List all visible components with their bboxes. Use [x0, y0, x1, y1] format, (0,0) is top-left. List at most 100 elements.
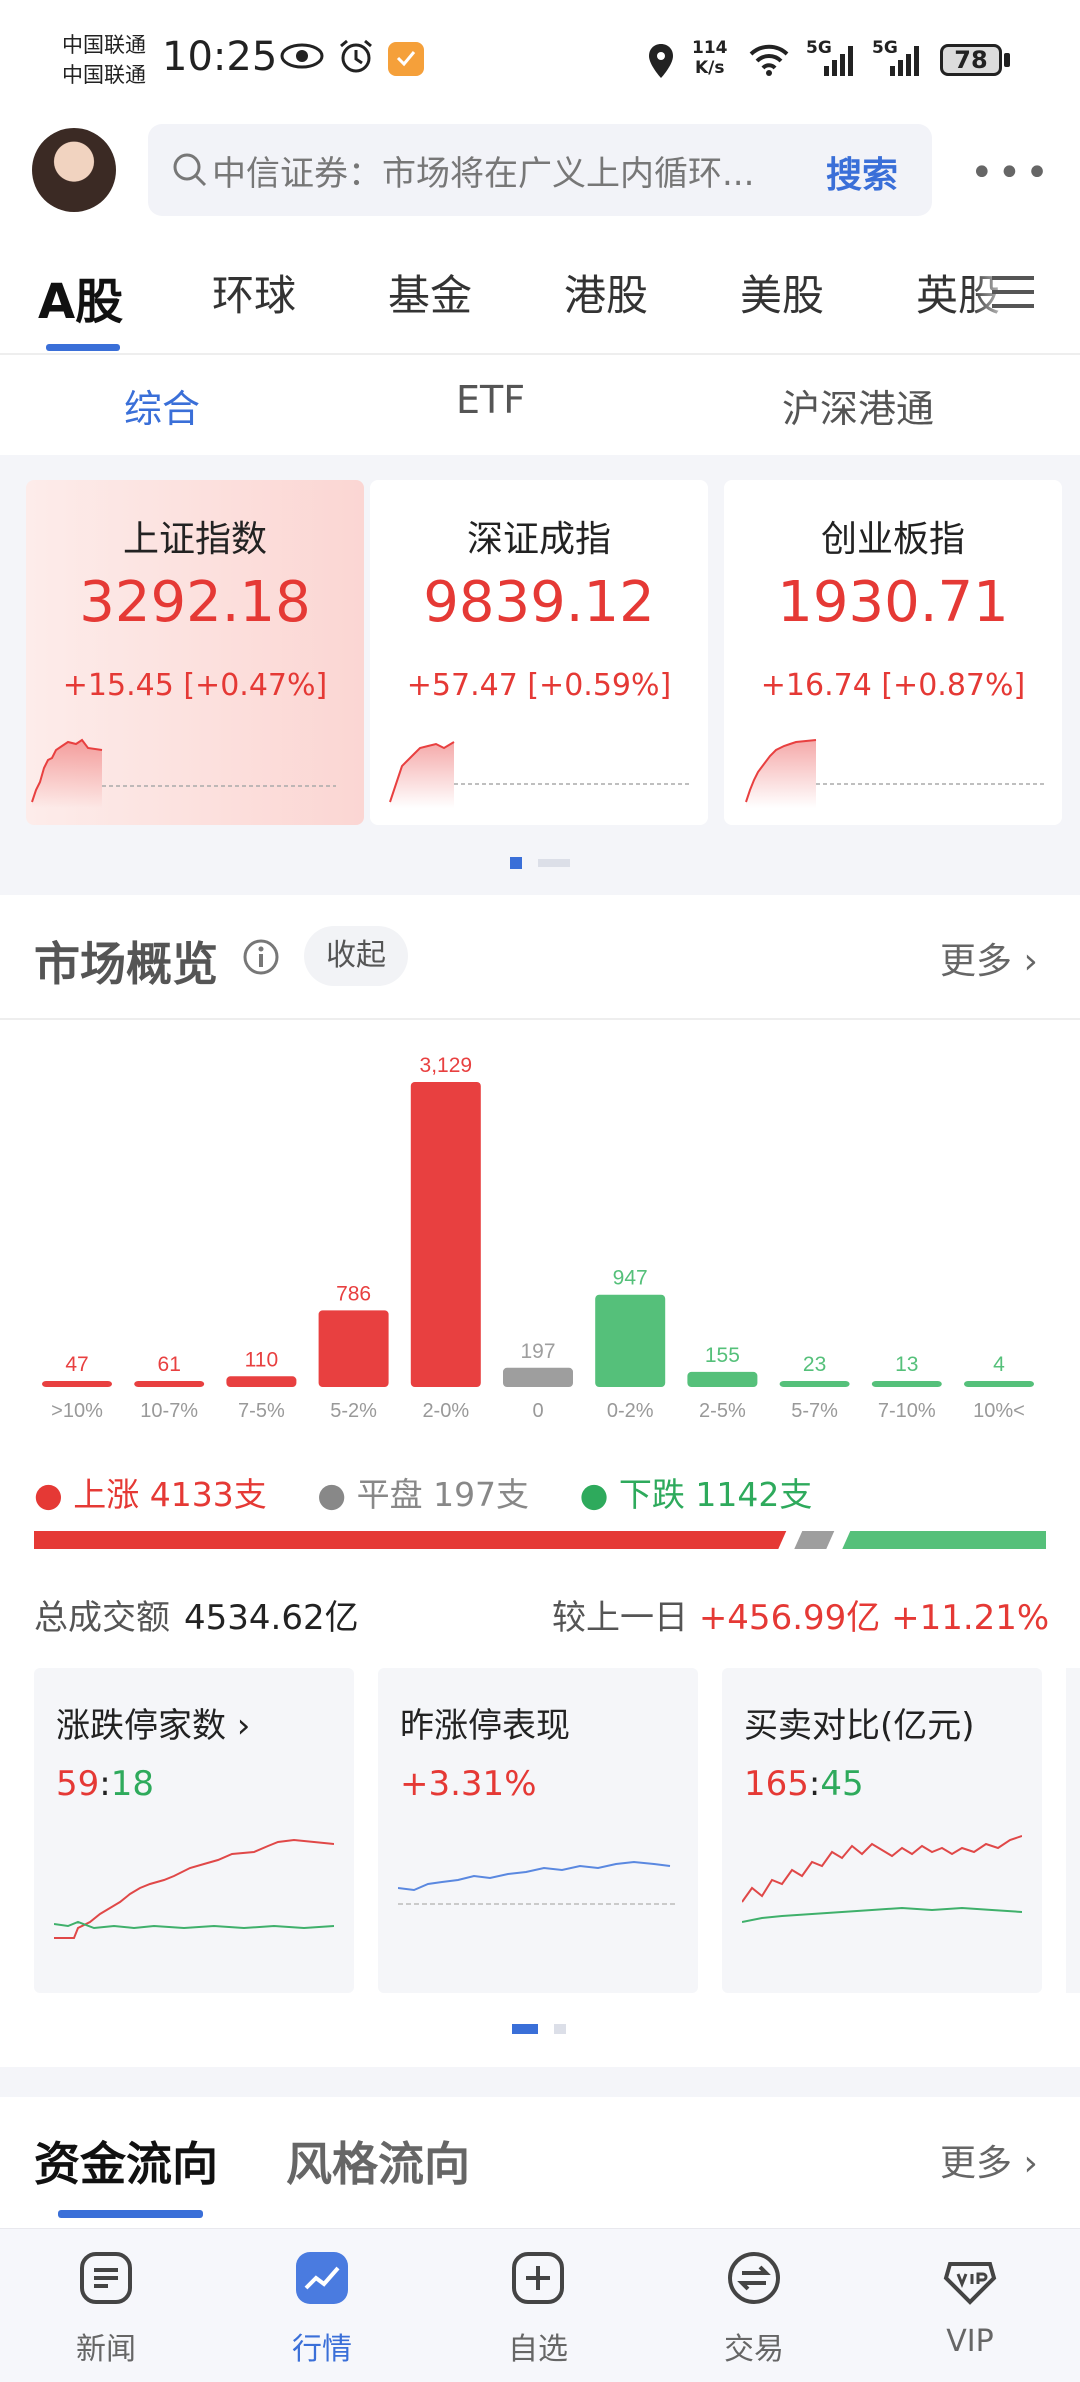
bar-value-label: 13	[895, 1353, 918, 1376]
bar-value-label: 61	[158, 1353, 181, 1376]
nav-news-label: 新闻	[76, 2332, 136, 2367]
carrier-1: 中国联通	[62, 33, 146, 57]
signal-icon-1	[824, 46, 853, 76]
divider	[0, 1018, 1080, 1020]
limit-count-card[interactable]: 涨跌停家数 › 59:18	[34, 1668, 354, 1993]
more-menu-icon[interactable]: •••	[970, 150, 1053, 196]
turnover-label: 总成交额	[34, 1598, 170, 1638]
distribution-bar	[410, 1082, 481, 1387]
market-trend-icon	[296, 2252, 348, 2304]
index-page-indicator	[510, 857, 570, 869]
info-icon[interactable]	[242, 938, 280, 976]
mini-card-page-indicator	[512, 2024, 566, 2034]
legend-down: ● 下跌 1142支	[579, 1475, 813, 1514]
index-change: +15.45 [+0.47%]	[62, 668, 328, 703]
flow-more-link[interactable]: 更多 ›	[940, 2134, 1038, 2186]
index-name: 深证成指	[466, 519, 611, 560]
nav-trade[interactable]: 交易	[694, 2250, 814, 2368]
tab-funds[interactable]: 基金	[388, 262, 472, 323]
yesterday-limit-up-card[interactable]: 昨涨停表现 +3.31%	[378, 1668, 698, 1993]
battery-icon: 78	[940, 44, 1002, 76]
vip-icon	[943, 2262, 997, 2305]
market-overview-title: 市场概览	[34, 937, 218, 991]
buy-amount: 165	[744, 1764, 809, 1804]
subtab-etf[interactable]: ETF	[456, 378, 525, 422]
tab-a-shares[interactable]: A股	[38, 262, 123, 332]
index-value: 9839.12	[423, 570, 655, 635]
subtab-connect[interactable]: 沪深港通	[782, 378, 934, 433]
app-notification-icon	[388, 42, 424, 76]
distribution-bar	[134, 1381, 205, 1387]
rise-fall-ratio-bar	[34, 1531, 1046, 1549]
bar-value-label: 786	[336, 1282, 371, 1305]
buy-sell-ratio-title: 买卖对比(亿元)	[744, 1706, 975, 1746]
index-name: 上证指数	[122, 519, 267, 560]
trade-exchange-icon	[728, 2252, 780, 2304]
bar-value-label: 23	[803, 1353, 826, 1376]
signal-icon-2	[890, 46, 919, 76]
collapse-button[interactable]: 收起	[304, 926, 408, 986]
distribution-bar	[687, 1371, 758, 1387]
bar-category-label: 10-7%	[140, 1400, 198, 1422]
more-label: 更多	[940, 941, 1013, 982]
distribution-bar	[226, 1376, 297, 1387]
distribution-bar	[318, 1310, 389, 1387]
search-button[interactable]: 搜索	[826, 146, 898, 198]
bar-category-label: 5-7%	[791, 1400, 838, 1422]
bar-category-label: 5-2%	[330, 1400, 377, 1422]
yesterday-limit-up-value: +3.31%	[400, 1764, 537, 1804]
legend-flat: ● 平盘 197支	[317, 1475, 530, 1514]
search-input[interactable]: 中信证券：市场将在广义上内循环...	[212, 146, 754, 195]
index-change: +16.74 [+0.87%]	[760, 668, 1026, 703]
buy-sell-ratio-card[interactable]: 买卖对比(亿元) 165:45	[722, 1668, 1042, 1993]
distribution-bar	[871, 1381, 942, 1387]
index-card-chinext[interactable]: 创业板指 1930.71 +16.74 [+0.87%]	[724, 480, 1062, 825]
compare-value: +456.99亿 +11.21%	[698, 1598, 1050, 1638]
tab-style-flow[interactable]: 风格流向	[286, 2128, 470, 2194]
nav-market-label: 行情	[292, 2332, 352, 2367]
tab-hk-stocks[interactable]: 港股	[564, 262, 648, 323]
limit-count-title: 涨跌停家数	[56, 1706, 226, 1746]
nav-news[interactable]: 新闻	[46, 2250, 166, 2368]
avatar[interactable]	[32, 128, 116, 212]
bar-category-label: 0	[532, 1400, 543, 1422]
index-card-sse[interactable]: 上证指数 3292.18 +15.45 [+0.47%]	[26, 480, 364, 825]
turnover-compare: 较上一日 +456.99亿 +11.21%	[552, 1590, 1049, 1639]
distribution-bar	[964, 1381, 1034, 1387]
battery-level: 78	[954, 46, 988, 74]
bar-category-label: 2-0%	[422, 1400, 469, 1422]
bar-value-label: 47	[65, 1353, 88, 1376]
status-bar: 中国联通 中国联通 10:25 114 K/s 5G 5G 78	[0, 0, 1080, 125]
net-speed: 114 K/s	[692, 38, 728, 78]
ratio-flat-segment	[794, 1531, 835, 1549]
legend-up-text: 上涨 4133支	[73, 1475, 267, 1514]
index-card-szse[interactable]: 深证成指 9839.12 +57.47 [+0.59%]	[370, 480, 708, 825]
index-change: +57.47 [+0.59%]	[406, 668, 672, 703]
sell-amount: 45	[820, 1764, 864, 1804]
section-separator	[0, 2067, 1080, 2097]
index-sparkline	[31, 738, 336, 808]
distribution-bar	[595, 1294, 666, 1387]
subtab-overview[interactable]: 综合	[124, 378, 200, 433]
tab-global[interactable]: 环球	[212, 262, 296, 323]
more-link[interactable]: 更多 ›	[940, 932, 1038, 984]
tab-fund-flow[interactable]: 资金流向	[34, 2128, 218, 2194]
distribution-bar	[779, 1381, 850, 1387]
nav-watchlist[interactable]: 自选	[478, 2250, 598, 2368]
nav-market[interactable]: 行情	[262, 2250, 382, 2368]
index-sparkline	[389, 741, 690, 808]
distribution-bar	[503, 1367, 573, 1387]
menu-icon[interactable]	[988, 272, 1038, 312]
location-icon	[649, 44, 673, 78]
nav-vip[interactable]: VIP	[910, 2250, 1030, 2359]
bar-category-label: 2-5%	[699, 1400, 746, 1422]
bar-value-label: 197	[520, 1340, 555, 1363]
active-tab-indicator	[46, 344, 120, 351]
limit-count-sparkline	[54, 1838, 334, 1939]
eye-icon	[280, 43, 324, 69]
chevron-right-icon: ›	[1012, 941, 1038, 982]
fund-flow-tab-indicator	[58, 2210, 203, 2218]
flow-more-label: 更多	[940, 2143, 1013, 2184]
tab-us-stocks[interactable]: 美股	[740, 262, 824, 323]
news-icon	[80, 2252, 132, 2304]
